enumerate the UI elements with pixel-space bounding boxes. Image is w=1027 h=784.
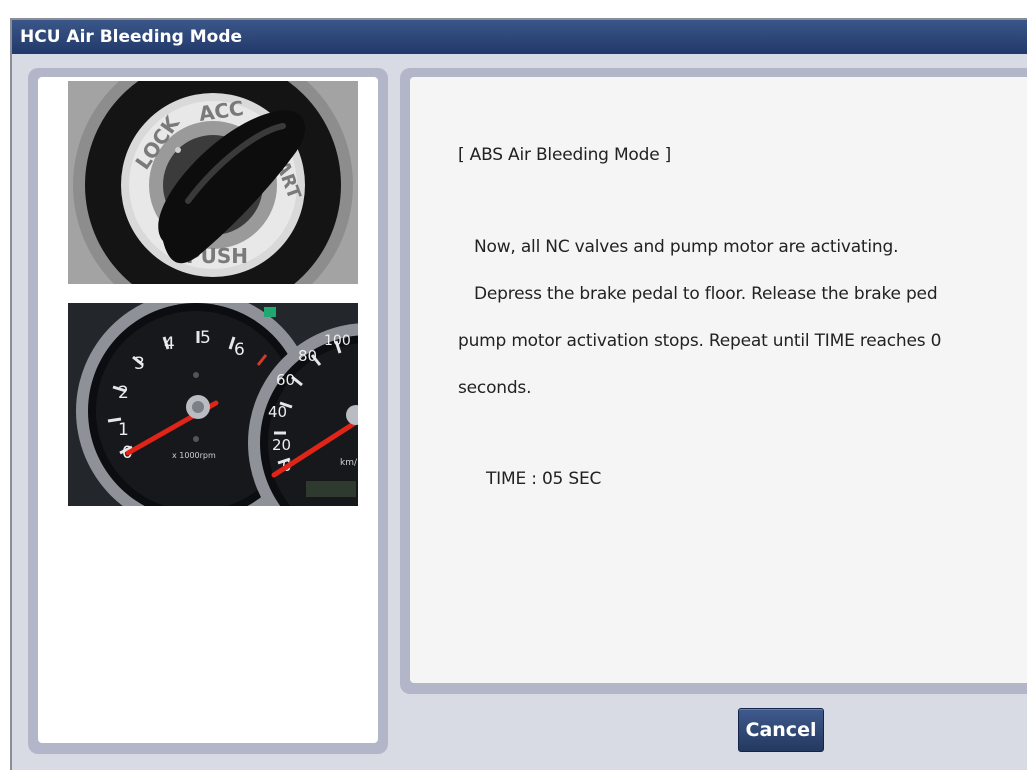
rpm-tick-5: 5 <box>200 328 211 348</box>
instruction-line-2: Depress the brake pedal to floor. Releas… <box>474 284 938 304</box>
image-panel-content: LOCK ACC START PUSH 1 2 3 4 5 6 x 1000rp… <box>38 77 378 743</box>
message-panel-content: [ ABS Air Bleeding Mode ] Now, all NC va… <box>410 77 1027 683</box>
rpm-tick-4: 4 <box>164 334 175 354</box>
image-panel: LOCK ACC START PUSH 1 2 3 4 5 6 x 1000rp… <box>28 68 388 754</box>
speed-tick-40: 40 <box>268 403 287 421</box>
instrument-cluster-photo: 0 1 2 3 4 5 6 x 1000rpm <box>68 303 358 506</box>
cancel-button[interactable]: Cancel <box>738 708 824 752</box>
instruction-line-3: pump motor activation stops. Repeat unti… <box>458 331 942 351</box>
instruction-line-4: seconds. <box>458 378 532 398</box>
ignition-switch-photo: LOCK ACC START PUSH <box>68 81 358 284</box>
time-remaining: TIME : 05 SEC <box>486 469 602 489</box>
dialog-title: HCU Air Bleeding Mode <box>12 20 1027 54</box>
instruction-line-1: Now, all NC valves and pump motor are ac… <box>474 237 899 257</box>
rpm-unit: x 1000rpm <box>172 451 216 460</box>
rpm-tick-1: 1 <box>118 420 129 440</box>
message-panel: [ ABS Air Bleeding Mode ] Now, all NC va… <box>400 68 1027 694</box>
speed-tick-20: 20 <box>272 436 291 454</box>
speed-tick-80: 80 <box>298 347 317 365</box>
rpm-tick-3: 3 <box>134 354 145 374</box>
speed-tick-100: 100 <box>324 333 351 349</box>
rpm-tick-2: 2 <box>118 383 129 403</box>
speed-tick-60: 60 <box>276 371 295 389</box>
speed-unit: km/ <box>340 458 358 468</box>
rpm-tick-6: 6 <box>234 340 245 360</box>
mode-heading: [ ABS Air Bleeding Mode ] <box>458 145 672 165</box>
dialog-window: HCU Air Bleeding Mode LOCK ACC START PUS… <box>10 18 1027 770</box>
